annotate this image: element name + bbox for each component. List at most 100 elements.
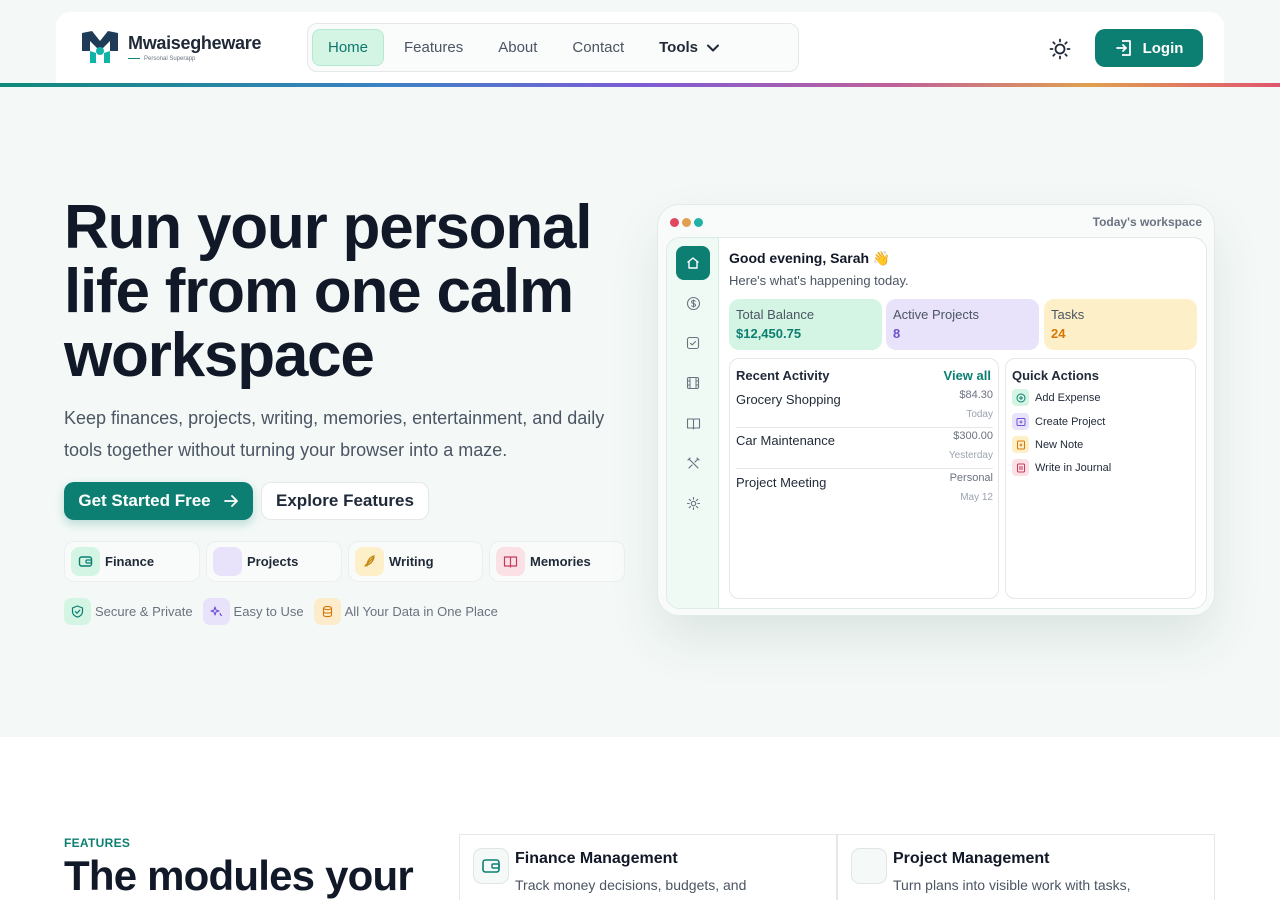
module-pill-label: Writing — [389, 554, 434, 569]
view-all-link[interactable]: View all — [944, 368, 991, 383]
activity-date: Today — [966, 409, 993, 420]
brand-logo[interactable]: Mwaisegheware Personal Superapp — [80, 29, 261, 65]
activity-amount: $84.30 — [959, 389, 993, 401]
feature-card-projects[interactable]: Project Management Turn plans into visib… — [837, 834, 1215, 900]
module-pill-label: Memories — [530, 554, 591, 569]
main-nav: Home Features About Contact Tools — [307, 23, 799, 72]
stat-total-balance: Total Balance $12,450.75 — [729, 299, 882, 350]
greeting: Good evening, Sarah 👋 — [729, 250, 891, 266]
module-pill-writing[interactable]: Writing — [348, 541, 483, 582]
nav-tools-label: Tools — [659, 39, 699, 56]
stat-label: Active Projects — [893, 307, 979, 322]
quick-action-add-expense[interactable]: Add Expense — [1012, 389, 1100, 406]
tools-icon[interactable] — [676, 446, 710, 480]
badge-label: All Your Data in One Place — [344, 604, 498, 619]
login-button[interactable]: Login — [1095, 29, 1203, 67]
close-dot-icon — [670, 218, 679, 227]
workspace-preview: Today's workspace Good evening, Sarah 👋 … — [657, 204, 1215, 616]
preview-title: Today's workspace — [1092, 215, 1202, 229]
nav-features[interactable]: Features — [389, 29, 478, 66]
stat-value: $12,450.75 — [736, 326, 802, 341]
header-accent-line — [0, 83, 1280, 87]
quick-action-label: Add Expense — [1035, 391, 1101, 404]
quick-actions-panel: Quick Actions Add Expense Create Project… — [1005, 358, 1196, 599]
divider — [736, 468, 993, 469]
checkbox-icon[interactable] — [676, 326, 710, 360]
activity-name: Grocery Shopping — [736, 392, 841, 407]
feature-description: Turn plans into visible work with tasks, — [893, 877, 1131, 893]
activity-item[interactable]: Grocery Shopping $84.30 Today — [736, 389, 993, 429]
login-label: Login — [1142, 39, 1184, 57]
window-dots — [670, 218, 706, 227]
plus-circle-icon — [1012, 389, 1029, 406]
module-pill-label: Finance — [105, 554, 155, 569]
nav-home[interactable]: Home — [312, 29, 385, 66]
quick-action-create-project[interactable]: Create Project — [1012, 413, 1105, 430]
module-pill-memories[interactable]: Memories — [489, 541, 625, 582]
feature-title: Project Management — [893, 850, 1050, 867]
stat-active-projects: Active Projects 8 — [886, 299, 1039, 350]
module-pill-label: Projects — [247, 554, 299, 569]
stat-label: Tasks — [1051, 307, 1085, 322]
explore-features-button[interactable]: Explore Features — [261, 482, 429, 520]
greeting-subtitle: Here's what's happening today. — [729, 273, 909, 288]
feather-icon — [355, 547, 384, 576]
feature-card-finance[interactable]: Finance Management Track money decisions… — [459, 834, 837, 900]
nav-contact[interactable]: Contact — [557, 29, 639, 66]
preview-sidebar — [667, 238, 719, 608]
quick-action-new-note[interactable]: New Note — [1012, 436, 1083, 453]
badge-data: All Your Data in One Place — [313, 598, 498, 625]
dollar-icon[interactable] — [676, 286, 710, 320]
badge-label: Easy to Use — [233, 604, 304, 619]
activity-item[interactable]: Project Meeting Personal May 12 — [736, 472, 993, 512]
book-open-icon[interactable] — [676, 406, 710, 440]
badge-secure: Secure & Private — [64, 598, 193, 625]
features-heading: The modules your — [64, 852, 414, 899]
divider — [736, 427, 993, 428]
quick-action-label: Write in Journal — [1035, 461, 1112, 474]
quick-action-write-journal[interactable]: Write in Journal — [1012, 459, 1111, 476]
recent-activity-panel: Recent Activity View all Grocery Shoppin… — [729, 358, 999, 599]
arrow-right-icon — [223, 495, 238, 507]
chevron-down-icon — [707, 44, 720, 51]
hero-subtitle: Keep finances, projects, writing, memori… — [64, 408, 605, 460]
note-plus-icon — [1012, 436, 1029, 453]
brand-name: Mwaisegheware — [128, 32, 262, 53]
shield-icon — [64, 598, 91, 625]
activity-item[interactable]: Car Maintenance $300.00 Yesterday — [736, 430, 993, 470]
recent-activity-title: Recent Activity — [736, 368, 830, 383]
home-icon[interactable] — [676, 246, 710, 280]
book-icon — [496, 547, 525, 576]
badge-label: Secure & Private — [95, 604, 193, 619]
gear-icon[interactable] — [676, 486, 710, 520]
activity-amount: $300.00 — [953, 430, 993, 442]
activity-name: Car Maintenance — [736, 433, 835, 448]
module-pill-projects[interactable]: Projects — [206, 541, 342, 582]
sun-icon — [1049, 38, 1071, 60]
stat-value: 8 — [893, 326, 901, 341]
module-pill-finance[interactable]: Finance — [64, 541, 200, 582]
database-icon — [313, 598, 341, 625]
projects-icon — [213, 547, 242, 576]
get-started-label: Get Started Free — [78, 491, 211, 510]
get-started-button[interactable]: Get Started Free — [64, 482, 253, 520]
maximize-dot-icon — [694, 218, 703, 227]
wallet-icon — [473, 848, 509, 884]
folder-plus-icon — [1012, 413, 1029, 430]
journal-icon — [1012, 459, 1029, 476]
hero-title: Run your personal life from one calm wor… — [64, 193, 593, 390]
stat-tasks: Tasks 24 — [1044, 299, 1197, 350]
stat-label: Total Balance — [736, 307, 815, 322]
nav-about[interactable]: About — [483, 29, 552, 66]
activity-name: Project Meeting — [736, 475, 827, 490]
theme-toggle-button[interactable] — [1046, 35, 1074, 63]
film-icon[interactable] — [676, 366, 710, 400]
badge-easy: Easy to Use — [202, 598, 304, 625]
quick-actions-title: Quick Actions — [1012, 368, 1099, 383]
nav-tools-dropdown[interactable]: Tools — [644, 29, 735, 66]
feature-title: Finance Management — [515, 850, 678, 867]
quick-action-label: Create Project — [1035, 415, 1106, 428]
module-pills: Finance Projects Writing Memories — [64, 541, 631, 582]
wallet-icon — [71, 547, 100, 576]
login-icon — [1115, 40, 1131, 56]
